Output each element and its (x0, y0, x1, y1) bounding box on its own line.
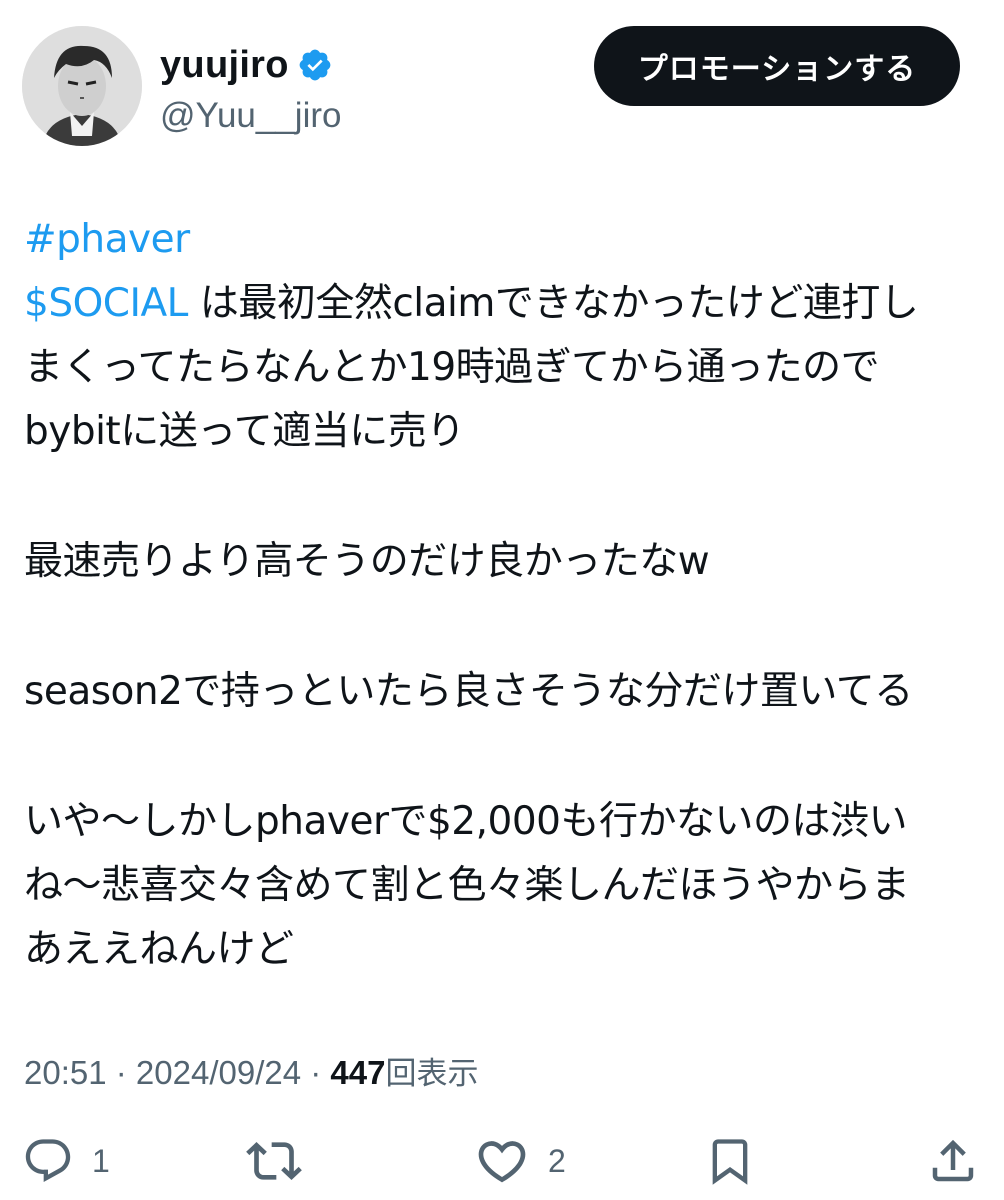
views-count: 447 (330, 1054, 386, 1091)
promote-button[interactable]: プロモーションする (594, 26, 960, 106)
tweet-date[interactable]: 2024/09/24 (136, 1054, 301, 1091)
tweet-text: #phaver $SOCIAL は最初全然claimできなかったけど連打し まく… (24, 208, 984, 982)
tweet-line: 最速売りより高そうのだけ良かったなw (24, 539, 710, 584)
author-block: yuujiro @Yuu__jiro (160, 38, 341, 136)
tweet-line: まくってたらなんとか19時過ぎてから通ったので (24, 345, 880, 390)
share-button[interactable] (926, 1126, 980, 1196)
retweet-button[interactable] (246, 1126, 302, 1196)
reply-count: 1 (92, 1142, 110, 1179)
display-name-row: yuujiro (160, 38, 341, 92)
tweet-line: いや〜しかしphaverで$2,000も行かないのは渋い (24, 799, 907, 844)
meta-separator: · (301, 1054, 331, 1091)
avatar[interactable] (22, 26, 142, 146)
tweet-line: $SOCIAL は最初全然claimできなかったけど連打し (24, 272, 984, 336)
display-name[interactable]: yuujiro (160, 44, 289, 87)
bookmark-icon (712, 1139, 748, 1185)
reply-icon (25, 1139, 71, 1183)
tweet-line: bybitに送って適当に売り (24, 409, 465, 454)
reply-button[interactable]: 1 (22, 1126, 110, 1196)
tweet-line: season2で持っといたら良さそうな分だけ置いてる (24, 669, 913, 714)
tweet-line: あええねんけど (24, 927, 294, 972)
heart-icon (478, 1141, 526, 1183)
tweet-meta: 20:51 · 2024/09/24 · 447回表示 (24, 1048, 478, 1093)
meta-separator: · (106, 1054, 136, 1091)
like-button[interactable]: 2 (474, 1126, 566, 1196)
tweet-line: #phaver (24, 208, 984, 272)
tweet-line-text: は最初全然claimできなかったけど連打し (187, 281, 919, 326)
action-bar: 1 2 (0, 1126, 1004, 1196)
handle[interactable]: @Yuu__jiro (160, 96, 341, 136)
hashtag-link[interactable]: #phaver (24, 217, 190, 262)
tweet-line: ね〜悲喜交々含めて割と色々楽しんだほうやからま (24, 863, 910, 908)
like-count: 2 (548, 1142, 566, 1179)
avatar-portrait (22, 26, 142, 146)
retweet-icon (246, 1142, 302, 1180)
verified-badge-icon[interactable] (297, 47, 333, 83)
bookmark-button[interactable] (704, 1126, 756, 1196)
cashtag-link[interactable]: $SOCIAL (24, 281, 188, 326)
share-icon (932, 1139, 974, 1182)
tweet-header: yuujiro @Yuu__jiro プロモーションする (0, 0, 1004, 160)
tweet-time[interactable]: 20:51 (24, 1054, 107, 1091)
views-label: 回表示 (385, 1056, 479, 1092)
